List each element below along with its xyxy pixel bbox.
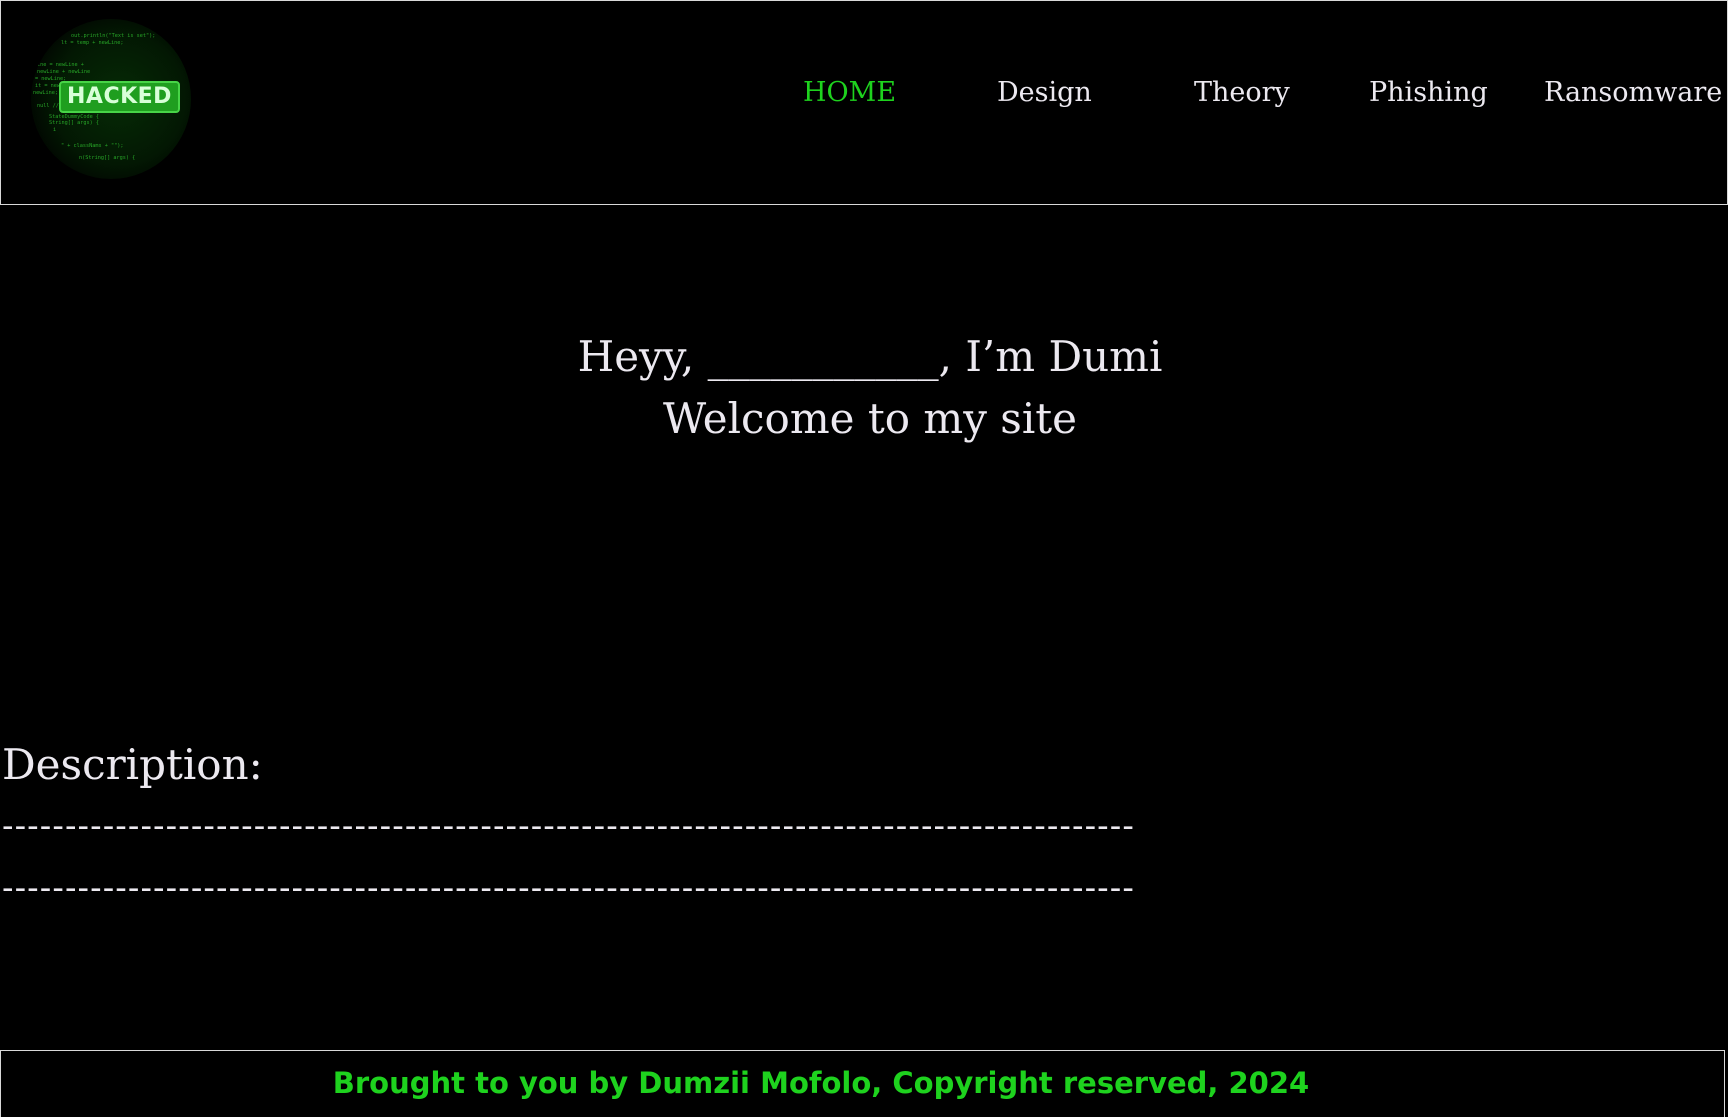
nav-item-ransomware[interactable]: Ransomware xyxy=(1544,73,1722,113)
code-line: String[] args) { xyxy=(49,120,99,126)
code-line: out.println("Text is set"); xyxy=(71,33,155,39)
nav-item-phishing[interactable]: Phishing xyxy=(1369,73,1488,113)
code-line: lt = temp + newLine; xyxy=(61,40,123,46)
description-heading: Description: xyxy=(2,740,263,789)
code-line: i xyxy=(53,127,56,133)
hacked-badge: HACKED xyxy=(59,81,180,113)
description-line-1: ----------------------------------------… xyxy=(2,806,1135,846)
hero-section: Heyy, ___________, I’m Dumi Welcome to m… xyxy=(0,326,1728,450)
nav-item-theory[interactable]: Theory xyxy=(1194,73,1290,113)
code-line: newLine; xyxy=(33,90,58,96)
nav-item-design[interactable]: Design xyxy=(997,73,1092,113)
site-header: out.println("Text is set"); lt = temp + … xyxy=(0,0,1728,205)
code-line: n(String[] args) { xyxy=(79,155,135,161)
site-footer: Brought to you by Dumzii Mofolo, Copyrig… xyxy=(0,1050,1725,1117)
hero-greeting: Heyy, ___________, I’m Dumi xyxy=(577,332,1163,381)
hero-welcome: Welcome to my site xyxy=(662,394,1077,443)
code-line: " + classNams + ""); xyxy=(61,143,123,149)
description-line-2: ----------------------------------------… xyxy=(2,868,1135,908)
code-line: ine = newLine + xyxy=(37,62,84,68)
nav-item-home[interactable]: HOME xyxy=(803,73,896,113)
code-line: newLine + newLine xyxy=(37,69,90,75)
footer-copyright: Brought to you by Dumzii Mofolo, Copyrig… xyxy=(332,1066,1310,1100)
hacked-logo[interactable]: out.println("Text is set"); lt = temp + … xyxy=(31,19,191,179)
